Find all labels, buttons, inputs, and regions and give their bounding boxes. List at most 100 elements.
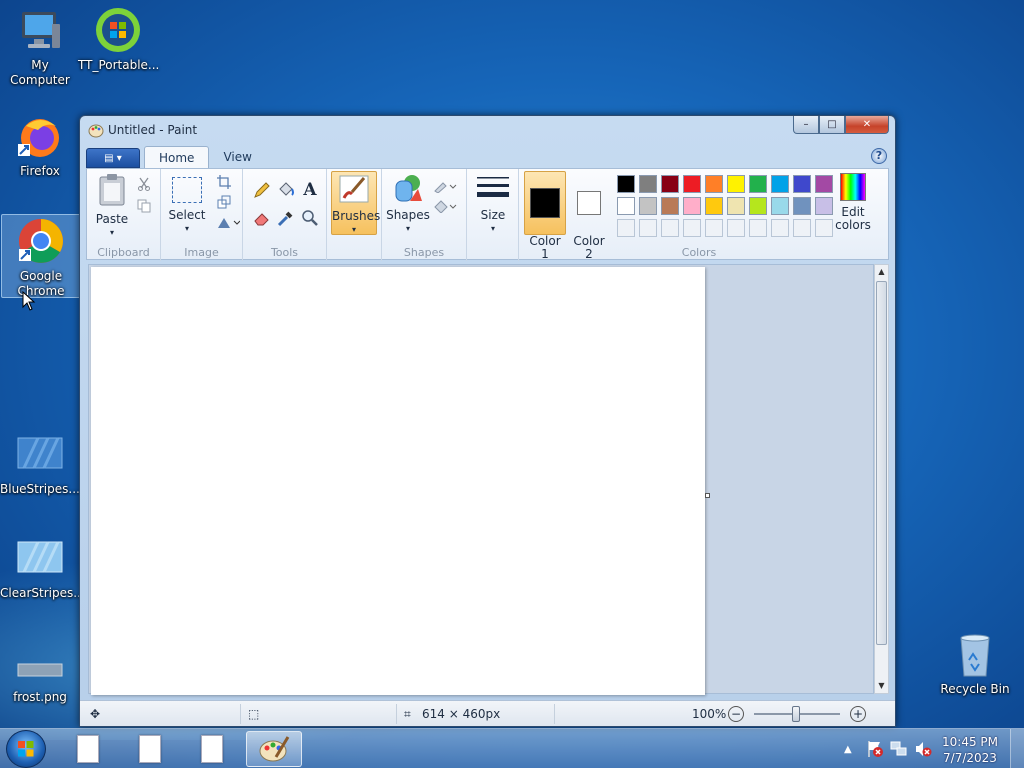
shapes-label: Shapes [386, 208, 430, 222]
eraser-icon[interactable] [251, 207, 273, 229]
cut-icon[interactable] [135, 175, 153, 193]
size-button[interactable]: Size ▾ [471, 173, 515, 235]
desktop-icon-tt-portable[interactable]: TT_Portable... [78, 6, 159, 73]
tab-home[interactable]: Home [144, 146, 210, 168]
rainbow-icon [840, 173, 866, 201]
minimize-button[interactable]: – [793, 116, 819, 134]
desktop-icon-bluestripes[interactable]: BlueStripes.... [0, 430, 84, 497]
rotate-icon[interactable] [215, 213, 241, 231]
palette-color-swatch[interactable] [727, 197, 745, 215]
taskbar-item-document-2[interactable] [122, 731, 178, 767]
paint-app-icon [88, 124, 104, 138]
palette-empty-swatch[interactable] [727, 219, 745, 237]
title-bar[interactable]: Untitled - Paint – □ ✕ [80, 116, 895, 144]
taskbar-item-paint[interactable] [246, 731, 302, 767]
start-button[interactable] [6, 730, 46, 768]
paste-button[interactable]: Paste ▾ [93, 173, 131, 239]
crop-icon[interactable] [215, 173, 233, 191]
maximize-button[interactable]: □ [819, 116, 845, 134]
palette-color-swatch[interactable] [749, 197, 767, 215]
resize-icon[interactable] [215, 193, 233, 211]
palette-color-swatch[interactable] [683, 175, 701, 193]
palette-color-swatch[interactable] [683, 197, 701, 215]
palette-color-swatch[interactable] [793, 197, 811, 215]
taskbar-item-document-1[interactable] [60, 731, 116, 767]
outline-icon[interactable] [432, 177, 458, 195]
volume-muted-icon[interactable] [914, 729, 932, 768]
system-clock[interactable]: 10:45 PM 7/7/2023 [942, 734, 998, 766]
network-icon[interactable] [890, 729, 908, 768]
action-center-icon[interactable] [866, 729, 884, 768]
palette-empty-swatch[interactable] [705, 219, 723, 237]
desktop-icon-my-computer[interactable]: My Computer [0, 6, 80, 88]
scroll-down-icon[interactable]: ▼ [875, 679, 888, 693]
color2-button[interactable]: Color 2 [569, 171, 609, 261]
desktop-icon-label: ClearStripes.... [0, 586, 89, 600]
palette-color-swatch[interactable] [639, 175, 657, 193]
zoom-out-button[interactable]: − [728, 706, 744, 722]
palette-color-swatch[interactable] [705, 175, 723, 193]
shapes-group: Shapes ▾ Shapes [381, 169, 467, 261]
edit-colors-button[interactable]: Edit colors [831, 171, 875, 232]
palette-empty-swatch[interactable] [617, 219, 635, 237]
palette-empty-swatch[interactable] [683, 219, 701, 237]
color1-button[interactable]: Color 1 [524, 171, 566, 261]
copy-icon[interactable] [135, 197, 153, 215]
palette-color-swatch[interactable] [771, 175, 789, 193]
palette-color-swatch[interactable] [727, 175, 745, 193]
select-button[interactable]: Select ▾ [167, 173, 207, 235]
palette-color-swatch[interactable] [705, 197, 723, 215]
palette-empty-swatch[interactable] [661, 219, 679, 237]
drawing-canvas[interactable] [91, 267, 705, 695]
fill-icon[interactable] [275, 179, 297, 201]
desktop-icon-frost[interactable]: frost.png [0, 638, 80, 705]
paint-app-icon [259, 736, 290, 762]
desktop-icon-recycle-bin[interactable]: Recycle Bin [935, 630, 1015, 697]
canvas-area[interactable] [88, 264, 874, 695]
clock-time: 10:45 PM [942, 735, 998, 749]
status-bar: ✥ ⬚ ⌗ 614 × 460px 100% − + [80, 700, 895, 726]
magnifier-icon[interactable] [299, 207, 321, 229]
vertical-scrollbar[interactable]: ▲ ▼ [874, 264, 889, 694]
window-title: Untitled - Paint [108, 123, 198, 137]
taskbar-item-document-3[interactable] [184, 731, 240, 767]
selection-size-icon: ⬚ [248, 707, 260, 721]
palette-color-swatch[interactable] [617, 197, 635, 215]
palette-color-swatch[interactable] [639, 197, 657, 215]
desktop-icon-firefox[interactable]: Firefox [0, 112, 80, 179]
paint-window[interactable]: Untitled - Paint – □ ✕ ▤ ▾ Home View ? P… [79, 115, 896, 727]
palette-color-swatch[interactable] [793, 175, 811, 193]
tab-view[interactable]: View [209, 146, 265, 168]
brushes-button[interactable]: Brushes ▾ [331, 171, 381, 235]
desktop-icon-google-chrome[interactable]: Google Chrome [1, 214, 81, 298]
paint-menu-button[interactable]: ▤ ▾ [86, 148, 140, 168]
text-tool-icon[interactable]: A [299, 179, 321, 201]
pencil-icon[interactable] [251, 179, 273, 201]
palette-empty-swatch[interactable] [793, 219, 811, 237]
fill-shape-icon[interactable] [432, 197, 458, 215]
palette-empty-swatch[interactable] [749, 219, 767, 237]
scroll-thumb[interactable] [876, 281, 887, 645]
palette-empty-swatch[interactable] [771, 219, 789, 237]
zoom-in-button[interactable]: + [850, 706, 866, 722]
palette-color-swatch[interactable] [661, 197, 679, 215]
palette-color-swatch[interactable] [749, 175, 767, 193]
shapes-button[interactable]: Shapes ▾ [386, 173, 430, 235]
palette-color-swatch[interactable] [771, 197, 789, 215]
canvas-dimensions: 614 × 460px [422, 707, 501, 721]
desktop-icon-clearstripes[interactable]: ClearStripes.... [0, 534, 89, 601]
help-button[interactable]: ? [871, 148, 887, 164]
size-group: Size ▾ [467, 169, 519, 261]
color-picker-icon[interactable] [275, 207, 297, 229]
ribbon: Paste ▾ Clipboard Select ▾ Image A Tools… [86, 168, 889, 261]
close-button[interactable]: ✕ [845, 116, 889, 134]
scroll-up-icon[interactable]: ▲ [875, 265, 888, 279]
show-desktop-button[interactable] [1010, 729, 1024, 768]
palette-color-swatch[interactable] [661, 175, 679, 193]
palette-color-swatch[interactable] [617, 175, 635, 193]
brushes-label: Brushes [332, 209, 381, 223]
zoom-slider-thumb[interactable] [792, 706, 800, 722]
resize-handle-right[interactable] [705, 493, 710, 498]
palette-empty-swatch[interactable] [639, 219, 657, 237]
show-hidden-icons-button[interactable]: ▲ [844, 729, 852, 768]
